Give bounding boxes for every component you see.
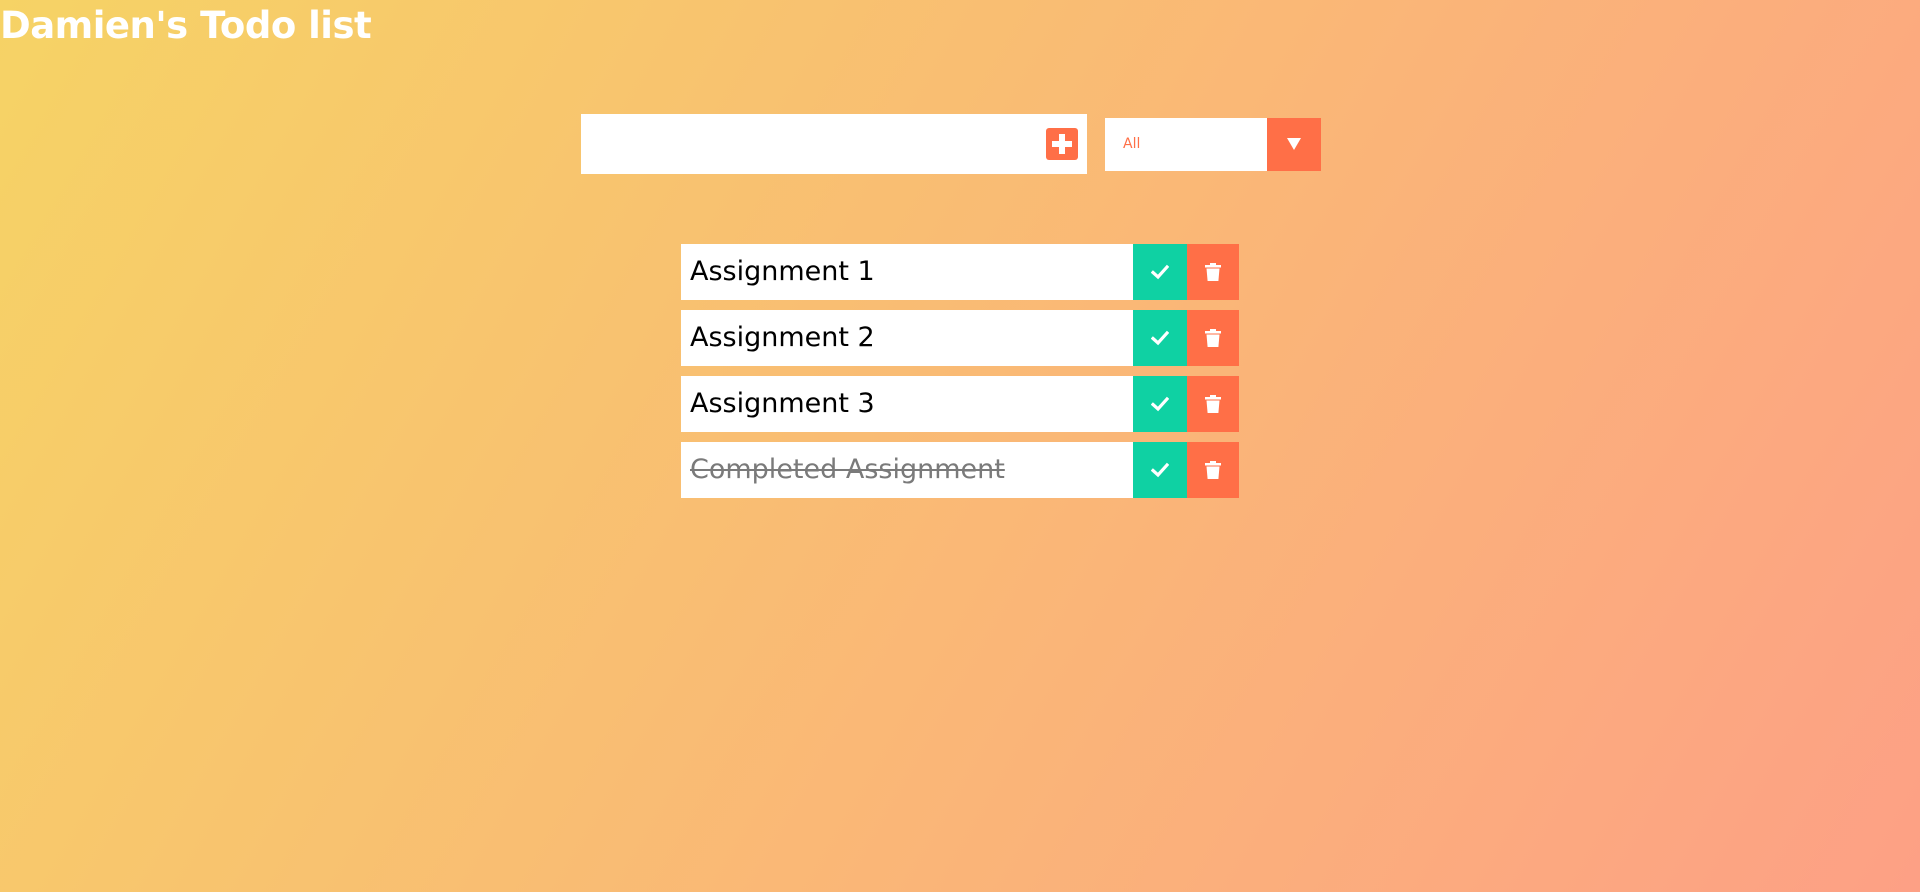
complete-button[interactable] [1133,376,1187,432]
trash-icon [1205,263,1221,281]
check-icon [1151,264,1169,280]
trash-icon [1205,461,1221,479]
filter-selected-value: All [1123,136,1141,152]
todo-item: Assignment 3 [681,376,1239,432]
page-title: Damien's Todo list [0,4,372,47]
todo-input[interactable] [581,114,1001,174]
complete-button[interactable] [1133,244,1187,300]
plus-icon [1052,134,1072,154]
todo-item: Assignment 2 [681,310,1239,366]
complete-button[interactable] [1133,310,1187,366]
check-icon [1151,462,1169,478]
check-icon [1151,330,1169,346]
todo-item: Completed Assignment [681,442,1239,498]
complete-button[interactable] [1133,442,1187,498]
todo-item: Assignment 1 [681,244,1239,300]
filter-select[interactable]: All [1105,118,1321,171]
todo-text: Completed Assignment [690,454,1005,485]
delete-button[interactable] [1187,244,1239,300]
todo-text: Assignment 2 [690,322,875,353]
trash-icon [1205,329,1221,347]
todo-list: Assignment 1 Assignment 2 Assignment 3 Comp… [681,244,1239,508]
todo-text: Assignment 1 [690,256,875,287]
delete-button[interactable] [1187,310,1239,366]
delete-button[interactable] [1187,376,1239,432]
caret-down-icon [1287,138,1301,150]
trash-icon [1205,395,1221,413]
todo-text: Assignment 3 [690,388,875,419]
add-todo-button[interactable] [1046,128,1078,160]
todo-form [581,114,1087,174]
check-icon [1151,396,1169,412]
delete-button[interactable] [1187,442,1239,498]
filter-dropdown-toggle[interactable] [1267,118,1321,171]
